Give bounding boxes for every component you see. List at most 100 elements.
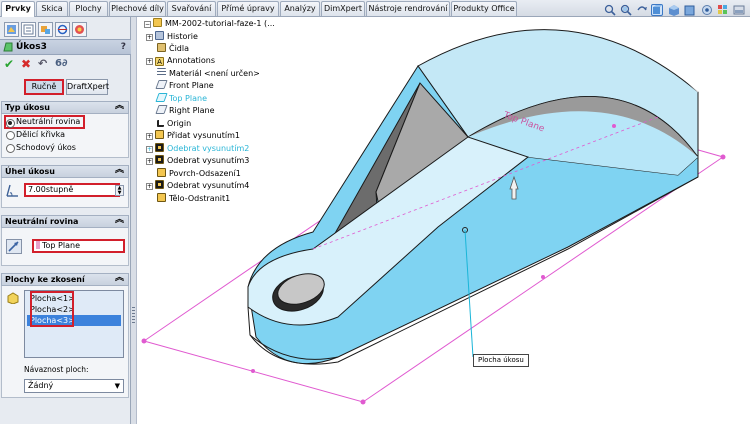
tab-features[interactable]: Prvky bbox=[1, 1, 35, 17]
tree-item-label: Odebrat vysunutím3 bbox=[167, 156, 250, 165]
face-select-icon bbox=[7, 292, 19, 306]
cancel-x-icon[interactable]: ✖ bbox=[21, 58, 31, 70]
view-orientation-icon[interactable] bbox=[668, 4, 680, 16]
configuration-manager-tab[interactable] bbox=[38, 22, 53, 37]
tree-item-front-plane[interactable]: Front Plane bbox=[155, 80, 214, 92]
tab-sheet-metal[interactable]: Plechové díly bbox=[109, 1, 166, 16]
tab-render-tools[interactable]: Nástroje rendrování bbox=[366, 1, 450, 16]
neutral-plane-header[interactable]: Neutrální rovina ︽ bbox=[1, 215, 129, 228]
faces-to-draft-title: Plochy ke zkosení bbox=[5, 275, 85, 284]
tree-root[interactable]: − MM-2002-tutorial-faze-1 (... bbox=[144, 18, 275, 30]
panel-splitter[interactable] bbox=[131, 17, 137, 424]
expand-icon[interactable]: + bbox=[146, 58, 153, 65]
draft-angle-input[interactable]: 7.00stupně bbox=[24, 183, 120, 197]
faces-listbox[interactable]: Plocha<1> Plocha<2> Plocha<3> bbox=[24, 290, 124, 358]
detailed-preview-icon[interactable]: 6∂ bbox=[55, 58, 67, 70]
tab-office-products[interactable]: Produkty Office bbox=[451, 1, 517, 16]
cut-icon bbox=[155, 180, 164, 189]
hide-show-items-icon[interactable] bbox=[701, 4, 713, 16]
expand-icon[interactable]: + bbox=[146, 158, 153, 165]
property-manager-tab[interactable] bbox=[21, 22, 36, 37]
tree-item-label: Annotations bbox=[167, 56, 216, 65]
cut-icon bbox=[155, 143, 164, 152]
face-propagation-label: Návaznost ploch: bbox=[24, 365, 89, 374]
plane-icon bbox=[155, 93, 168, 102]
neutral-plane-selection[interactable]: Top Plane bbox=[32, 239, 125, 253]
collapse-chevron-icon[interactable]: ︽ bbox=[115, 101, 124, 112]
draft-type-body: Neutrální rovina Dělicí křivka Schodový … bbox=[1, 114, 129, 158]
dimxpert-manager-tab[interactable] bbox=[55, 22, 70, 37]
collapse-chevron-icon[interactable]: ︽ bbox=[115, 273, 124, 284]
origin-icon bbox=[157, 120, 164, 127]
radio-parting-line[interactable]: Dělicí křivka bbox=[6, 129, 65, 141]
manual-button[interactable]: Ručně bbox=[24, 79, 64, 95]
scene-icon[interactable] bbox=[733, 4, 745, 16]
splitter-grip-icon[interactable] bbox=[132, 307, 135, 325]
face-propagation-select[interactable]: Žádný ▼ bbox=[24, 379, 124, 393]
expand-icon[interactable]: + bbox=[146, 34, 153, 41]
cut-icon bbox=[155, 155, 164, 164]
tree-item-boss-extrude1[interactable]: + Přidat vysunutím1 bbox=[146, 130, 240, 142]
radio-neutral-plane[interactable]: Neutrální rovina bbox=[4, 115, 86, 129]
flip-direction-icon[interactable] bbox=[6, 239, 22, 254]
tab-weldments[interactable]: Svařování bbox=[167, 1, 216, 16]
panel-tabs bbox=[0, 20, 131, 38]
draft-angle-header[interactable]: Úhel úkosu ︽ bbox=[1, 165, 129, 178]
section-view-icon[interactable] bbox=[651, 4, 663, 16]
tree-item-sensors[interactable]: Čidla bbox=[157, 43, 189, 55]
expand-icon[interactable]: + bbox=[146, 183, 153, 190]
tab-analysis[interactable]: Analýzy bbox=[280, 1, 320, 16]
expand-icon[interactable]: + bbox=[146, 133, 153, 140]
undo-icon[interactable]: ↶ bbox=[38, 58, 47, 70]
tree-item-label: Origin bbox=[167, 119, 192, 128]
tree-item-offset-surface1[interactable]: Povrch-Odsazení1 bbox=[157, 168, 241, 180]
tab-sketch[interactable]: Skica bbox=[36, 1, 68, 16]
expand-icon[interactable]: + bbox=[146, 146, 153, 153]
draft-type-header[interactable]: Typ úkosu ︽ bbox=[1, 101, 129, 114]
angle-icon bbox=[6, 184, 19, 199]
tree-item-label: Povrch-Odsazení1 bbox=[169, 169, 241, 178]
tree-item-cut-extrude3[interactable]: + Odebrat vysunutím3 bbox=[146, 155, 249, 167]
tree-item-annotations[interactable]: + A Annotations bbox=[146, 55, 215, 67]
feature-manager-tab[interactable] bbox=[4, 22, 19, 37]
selection-swatch-icon bbox=[36, 241, 40, 249]
feature-tree: − MM-2002-tutorial-faze-1 (... + Historie … bbox=[144, 18, 276, 210]
tree-item-label: Přidat vysunutím1 bbox=[167, 131, 240, 140]
tree-item-origin[interactable]: Origin bbox=[157, 118, 191, 130]
face-tooltip: Plocha úkosu bbox=[473, 354, 529, 367]
display-style-icon[interactable] bbox=[684, 4, 696, 16]
action-row: ✔ ✖ ↶ 6∂ bbox=[0, 57, 131, 73]
tree-item-history[interactable]: + Historie bbox=[146, 31, 198, 43]
previous-view-icon[interactable] bbox=[636, 4, 648, 16]
tree-item-label: Historie bbox=[167, 32, 198, 41]
tree-item-cut-extrude2[interactable]: + Odebrat vysunutím2 bbox=[146, 143, 249, 155]
tree-item-top-plane[interactable]: Top Plane bbox=[155, 93, 207, 105]
angle-spinner[interactable]: ▲ ▼ bbox=[115, 185, 124, 196]
tree-item-label: Front Plane bbox=[169, 81, 214, 90]
draftxpert-button[interactable]: DraftXpert bbox=[66, 79, 109, 95]
edit-appearance-icon[interactable] bbox=[717, 4, 729, 16]
draft-angle-body: 7.00stupně ▲ ▼ bbox=[1, 178, 129, 208]
tab-dimxpert[interactable]: DimXpert bbox=[321, 1, 365, 16]
collapse-icon[interactable]: − bbox=[144, 21, 151, 28]
tree-item-delete-body1[interactable]: Tělo-Odstranit1 bbox=[157, 193, 230, 205]
tab-direct-editing[interactable]: Přímé úpravy bbox=[217, 1, 279, 16]
tree-item-label: Materiál <není určen> bbox=[169, 69, 260, 78]
collapse-chevron-icon[interactable]: ︽ bbox=[115, 165, 124, 176]
faces-to-draft-header[interactable]: Plochy ke zkosení ︽ bbox=[1, 273, 129, 286]
display-manager-tab[interactable] bbox=[72, 22, 87, 37]
surface-icon bbox=[157, 168, 166, 177]
extrude-icon bbox=[155, 130, 164, 139]
tab-surfaces[interactable]: Plochy bbox=[69, 1, 108, 16]
property-manager: Úkos3 ? ✔ ✖ ↶ 6∂ Ručně DraftXpert Typ úk… bbox=[0, 17, 131, 424]
zoom-area-icon[interactable] bbox=[620, 4, 632, 16]
help-icon[interactable]: ? bbox=[121, 40, 126, 54]
page-title: Úkos3 bbox=[16, 42, 47, 52]
tree-item-right-plane[interactable]: Right Plane bbox=[155, 105, 215, 117]
tree-item-material[interactable]: Materiál <není určen> bbox=[157, 68, 260, 80]
collapse-chevron-icon[interactable]: ︽ bbox=[115, 215, 124, 226]
zoom-to-fit-icon[interactable] bbox=[604, 4, 616, 16]
radio-step-draft[interactable]: Schodový úkos bbox=[6, 142, 76, 154]
tree-item-cut-extrude4[interactable]: + Odebrat vysunutím4 bbox=[146, 180, 249, 192]
ok-check-icon[interactable]: ✔ bbox=[4, 58, 14, 70]
